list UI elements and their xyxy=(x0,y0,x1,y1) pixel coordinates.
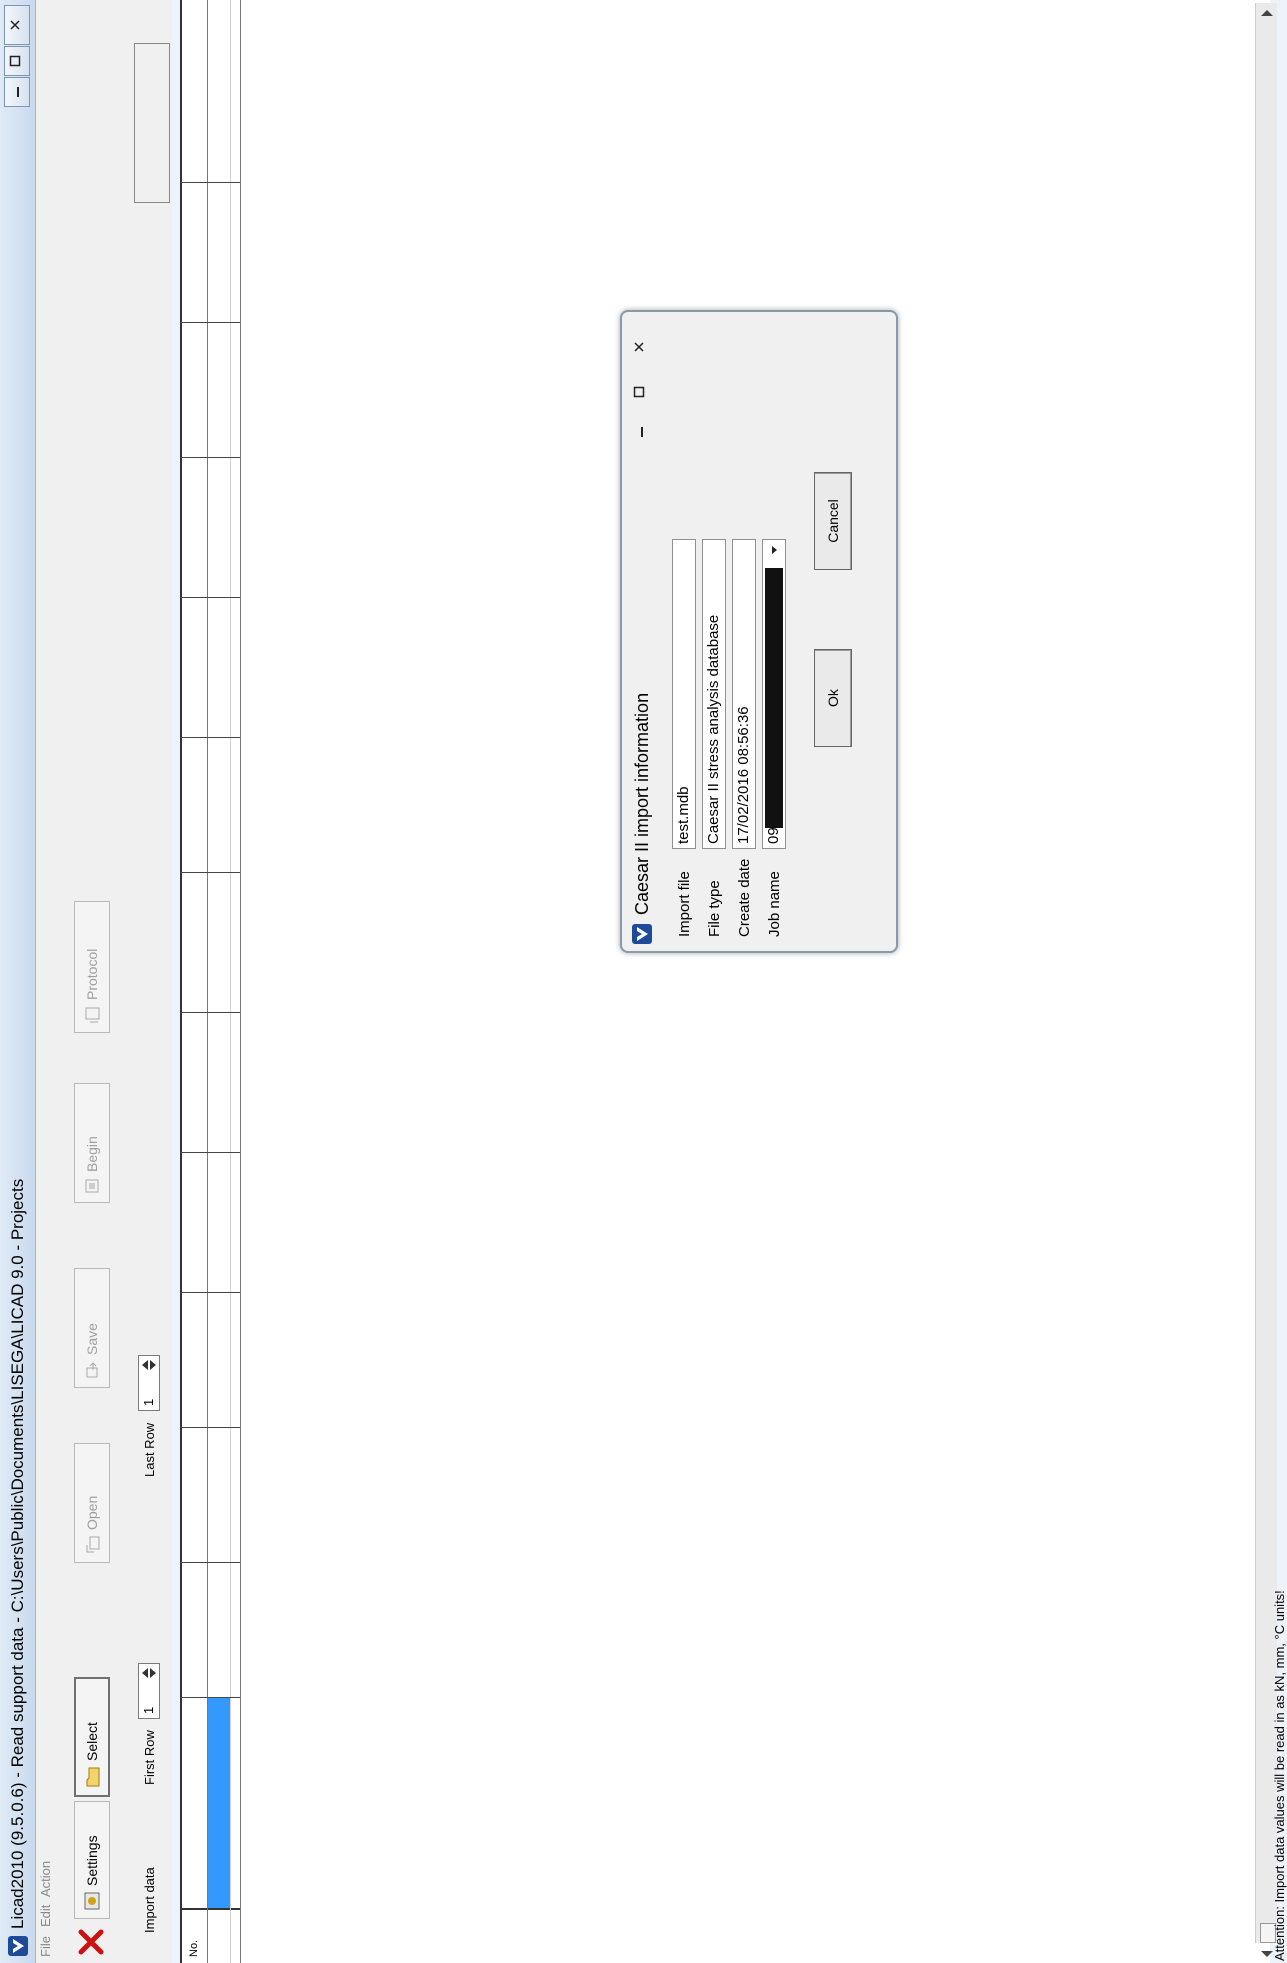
dialog-close-button[interactable] xyxy=(628,333,652,361)
redacted-bar xyxy=(765,568,783,828)
save-button[interactable]: Save xyxy=(74,1268,110,1388)
settings-icon xyxy=(83,1892,101,1910)
menu-bar: File Edit Action xyxy=(36,0,56,1963)
dialog-title: Caesar II import information xyxy=(631,692,652,915)
dialog-maximize-button[interactable] xyxy=(628,378,652,406)
begin-label: Begin xyxy=(84,1136,100,1172)
job-name-select[interactable]: 09 xyxy=(762,539,786,849)
caesar-import-dialog: Caesar II import information Import file… xyxy=(620,310,898,953)
select-label: Select xyxy=(84,1722,100,1761)
protocol-icon xyxy=(84,1006,100,1024)
status-message: Attention: Import data values will be re… xyxy=(1272,1590,1287,1961)
minimize-icon xyxy=(8,86,26,98)
spinner-arrows-icon[interactable] xyxy=(141,1666,157,1680)
open-icon xyxy=(84,1536,100,1554)
last-row-spinner[interactable]: 1 xyxy=(138,1355,160,1411)
licad-app-icon xyxy=(631,923,653,945)
menu-edit[interactable]: Edit xyxy=(38,1905,53,1927)
begin-icon xyxy=(84,1178,100,1194)
selected-cell[interactable] xyxy=(208,1698,230,1908)
minimize-button[interactable] xyxy=(4,77,30,107)
scroll-right-arrow-icon[interactable] xyxy=(1260,8,1279,18)
import-row: Import data First Row 1 Last Row 1 xyxy=(128,0,172,1963)
data-grid: No. xyxy=(180,0,1270,1963)
create-date-field: 17/02/2016 08:56:36 xyxy=(732,539,756,849)
window-title: Licad2010 (9.5.0.6) - Read support data … xyxy=(8,1178,27,1929)
file-type-label: File type xyxy=(706,880,723,937)
import-file-field: test.mdb xyxy=(672,539,696,849)
select-button[interactable]: Select xyxy=(74,1677,110,1797)
close-button[interactable] xyxy=(4,5,30,45)
protocol-label: Protocol xyxy=(84,948,100,1000)
import-data-label: Import data xyxy=(142,1867,157,1933)
dialog-title-bar: Caesar II import information xyxy=(628,693,656,945)
save-icon xyxy=(84,1361,100,1379)
chevron-down-icon[interactable] xyxy=(765,544,786,556)
ok-button[interactable]: Ok xyxy=(814,649,852,747)
maximize-button[interactable] xyxy=(4,46,30,76)
settings-button[interactable]: Settings xyxy=(74,1801,110,1919)
dialog-minimize-button[interactable] xyxy=(628,418,652,446)
minimize-icon xyxy=(632,426,648,438)
column-header-no: No. xyxy=(188,1939,200,1957)
menu-file[interactable]: File xyxy=(38,1936,53,1957)
open-button[interactable]: Open xyxy=(74,1443,110,1563)
begin-button[interactable]: Begin xyxy=(74,1083,110,1203)
create-date-label: Create date xyxy=(736,858,753,937)
protocol-button[interactable]: Protocol xyxy=(74,901,110,1033)
job-name-label: Job name xyxy=(766,871,783,937)
first-row-spinner[interactable]: 1 xyxy=(138,1663,160,1719)
last-row-label: Last Row xyxy=(142,1422,157,1477)
cancel-button[interactable]: Cancel xyxy=(814,472,852,570)
toolbar: Settings Select Open Save Begin Protocol xyxy=(56,0,128,1963)
exit-x-icon[interactable] xyxy=(78,1929,104,1955)
progress-box xyxy=(134,43,170,203)
maximize-icon xyxy=(8,55,26,67)
last-row-value: 1 xyxy=(141,1398,156,1406)
close-icon xyxy=(632,341,648,353)
first-row-label: First Row xyxy=(142,1730,157,1785)
import-file-label: Import file xyxy=(676,871,693,937)
title-bar: Licad2010 (9.5.0.6) - Read support data … xyxy=(0,0,36,1963)
save-label: Save xyxy=(84,1323,100,1355)
job-name-value: 09 xyxy=(765,827,782,844)
licad-app-icon xyxy=(7,1935,29,1957)
maximize-icon xyxy=(632,386,648,398)
spinner-arrows-icon[interactable] xyxy=(141,1358,157,1372)
settings-label: Settings xyxy=(84,1835,100,1886)
file-type-field: Caesar II stress analysis database xyxy=(702,539,726,849)
first-row-value: 1 xyxy=(141,1706,156,1714)
close-icon xyxy=(8,19,26,31)
grid-header-row: No. xyxy=(180,0,208,1963)
folder-icon xyxy=(84,1767,100,1787)
menu-action[interactable]: Action xyxy=(38,1861,53,1897)
open-label: Open xyxy=(84,1495,100,1530)
